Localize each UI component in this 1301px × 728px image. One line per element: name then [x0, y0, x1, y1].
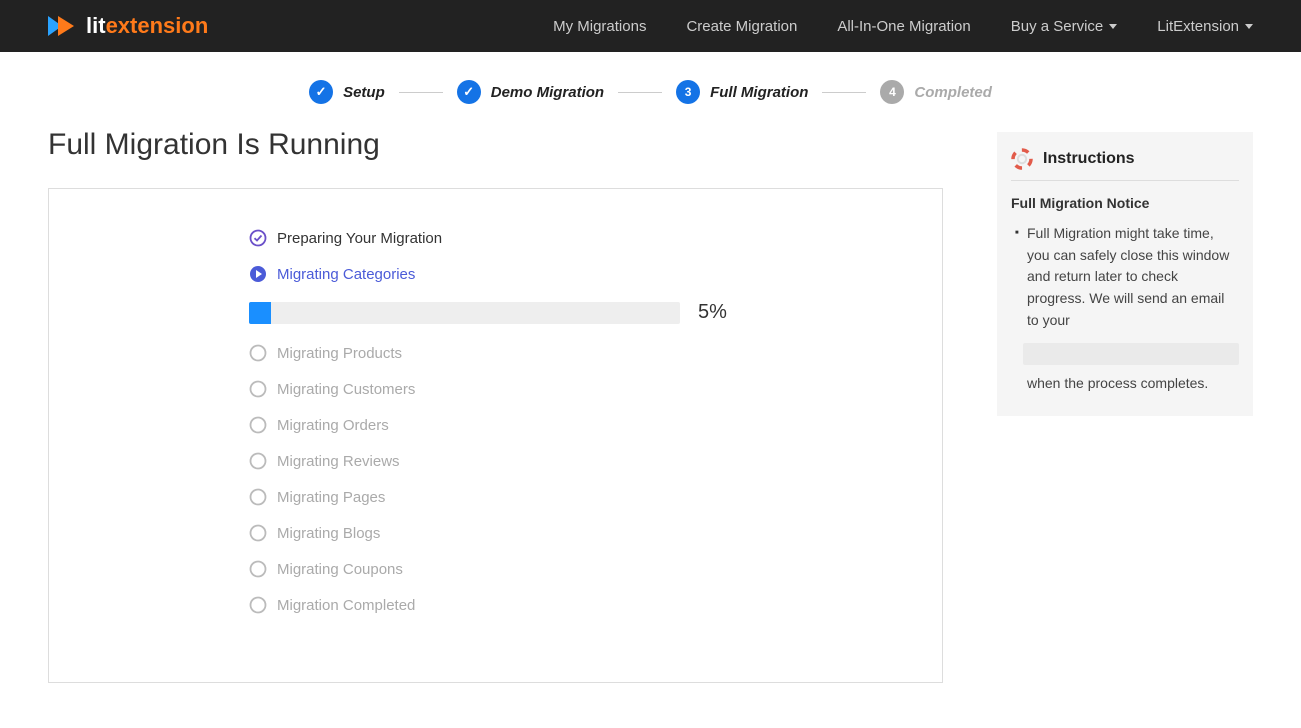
instructions-heading: Instructions: [1043, 150, 1135, 168]
brand-text: litextension: [86, 13, 208, 39]
progress-row: 5%: [249, 301, 742, 324]
task-pages: Migrating Pages: [249, 488, 742, 506]
lifering-icon: [1011, 148, 1033, 170]
step-full[interactable]: 3 Full Migration: [676, 80, 808, 104]
notice-title: Full Migration Notice: [1011, 195, 1239, 211]
migration-progress-panel: Preparing Your Migration Migrating Categ…: [48, 188, 943, 683]
primary-nav: My Migrations Create Migration All-In-On…: [553, 18, 1253, 35]
circle-icon: [249, 416, 267, 434]
nav-my-migrations[interactable]: My Migrations: [553, 18, 646, 35]
step-divider: [618, 92, 662, 93]
task-label: Migrating Products: [277, 345, 402, 362]
task-orders: Migrating Orders: [249, 416, 742, 434]
circle-icon: [249, 524, 267, 542]
logo-icon: [48, 14, 78, 38]
task-categories: Migrating Categories: [249, 265, 742, 283]
chevron-down-icon: [1109, 24, 1117, 29]
task-label: Migrating Orders: [277, 417, 389, 434]
step-setup[interactable]: ✓ Setup: [309, 80, 385, 104]
circle-icon: [249, 560, 267, 578]
circle-icon: [249, 596, 267, 614]
top-nav-bar: litextension My Migrations Create Migrat…: [0, 0, 1301, 52]
nav-litextension[interactable]: LitExtension: [1157, 18, 1253, 35]
task-coupons: Migrating Coupons: [249, 560, 742, 578]
task-label: Migrating Categories: [277, 266, 415, 283]
task-label: Preparing Your Migration: [277, 230, 442, 247]
task-label: Migrating Coupons: [277, 561, 403, 578]
task-label: Migrating Pages: [277, 489, 385, 506]
task-label: Migration Completed: [277, 597, 415, 614]
task-label: Migrating Blogs: [277, 525, 380, 542]
task-customers: Migrating Customers: [249, 380, 742, 398]
progress-fill: [249, 302, 271, 324]
step-number-badge: 3: [676, 80, 700, 104]
check-icon: ✓: [309, 80, 333, 104]
step-number-badge: 4: [880, 80, 904, 104]
instructions-panel: Instructions Full Migration Notice Full …: [997, 132, 1253, 416]
step-divider: [399, 92, 443, 93]
notice-tail: when the process completes.: [1011, 373, 1239, 394]
chevron-down-icon: [1245, 24, 1253, 29]
task-preparing: Preparing Your Migration: [249, 229, 742, 247]
task-blogs: Migrating Blogs: [249, 524, 742, 542]
task-label: Migrating Customers: [277, 381, 415, 398]
step-demo[interactable]: ✓ Demo Migration: [457, 80, 604, 104]
wizard-steps: ✓ Setup ✓ Demo Migration 3 Full Migratio…: [0, 52, 1301, 128]
circle-icon: [249, 488, 267, 506]
play-circle-icon: [249, 265, 267, 283]
progress-percent: 5%: [698, 301, 742, 324]
step-completed: 4 Completed: [880, 80, 992, 104]
circle-icon: [249, 452, 267, 470]
nav-buy-service[interactable]: Buy a Service: [1011, 18, 1118, 35]
step-divider: [822, 92, 866, 93]
task-migration-completed: Migration Completed: [249, 596, 742, 614]
brand-logo[interactable]: litextension: [48, 13, 208, 39]
nav-all-in-one[interactable]: All-In-One Migration: [837, 18, 970, 35]
task-label: Migrating Reviews: [277, 453, 400, 470]
circle-icon: [249, 344, 267, 362]
check-icon: ✓: [457, 80, 481, 104]
task-reviews: Migrating Reviews: [249, 452, 742, 470]
circle-icon: [249, 380, 267, 398]
notice-item: Full Migration might take time, you can …: [1015, 223, 1239, 331]
page-title: Full Migration Is Running: [48, 128, 943, 162]
task-products: Migrating Products: [249, 344, 742, 362]
progress-bar: [249, 302, 680, 324]
check-circle-icon: [249, 229, 267, 247]
email-placeholder-box: [1023, 343, 1239, 365]
nav-create-migration[interactable]: Create Migration: [686, 18, 797, 35]
